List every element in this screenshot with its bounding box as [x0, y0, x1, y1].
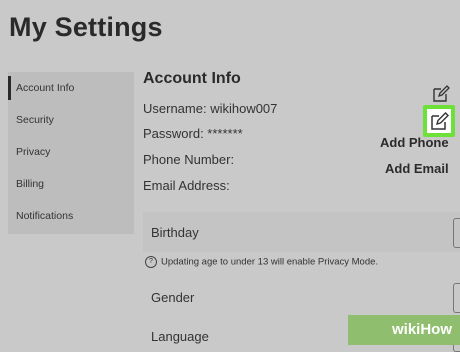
- birthday-section: Birthday: [143, 212, 460, 252]
- password-text: Password: *******: [143, 126, 243, 141]
- username-text: Username: wikihow007: [143, 101, 278, 116]
- sidebar-item-account-info[interactable]: Account Info: [8, 72, 134, 104]
- phone-number-label: Phone Number:: [143, 152, 235, 167]
- email-address-label: Email Address:: [143, 178, 230, 193]
- birthday-select[interactable]: [453, 218, 460, 248]
- page-title: My Settings: [9, 12, 163, 42]
- settings-sidebar: Account Info Security Privacy Billing No…: [8, 72, 134, 234]
- privacy-notice-text: Updating age to under 13 will enable Pri…: [161, 256, 379, 268]
- add-email-link[interactable]: Add Email: [385, 161, 449, 176]
- privacy-notice: ? Updating age to under 13 will enable Pr…: [145, 256, 378, 268]
- edit-password-icon[interactable]: [427, 109, 451, 133]
- account-info-heading: Account Info: [143, 70, 241, 87]
- gender-select[interactable]: [453, 283, 460, 313]
- sidebar-item-privacy[interactable]: Privacy: [8, 136, 134, 168]
- birthday-label: Birthday: [151, 225, 199, 240]
- add-phone-link[interactable]: Add Phone: [380, 135, 449, 150]
- account-info-panel: Account Info Username: wikihow007 Passwo…: [143, 68, 460, 352]
- help-icon: ?: [145, 256, 157, 268]
- sidebar-item-notifications[interactable]: Notifications: [8, 200, 134, 232]
- sidebar-item-security[interactable]: Security: [8, 104, 134, 136]
- sidebar-item-billing[interactable]: Billing: [8, 168, 134, 200]
- edit-password-highlight[interactable]: [423, 105, 455, 137]
- wikihow-watermark: wikiHow: [348, 315, 460, 345]
- gender-label: Gender: [151, 290, 195, 305]
- language-label: Language: [151, 329, 209, 344]
- edit-username-icon[interactable]: [431, 84, 451, 104]
